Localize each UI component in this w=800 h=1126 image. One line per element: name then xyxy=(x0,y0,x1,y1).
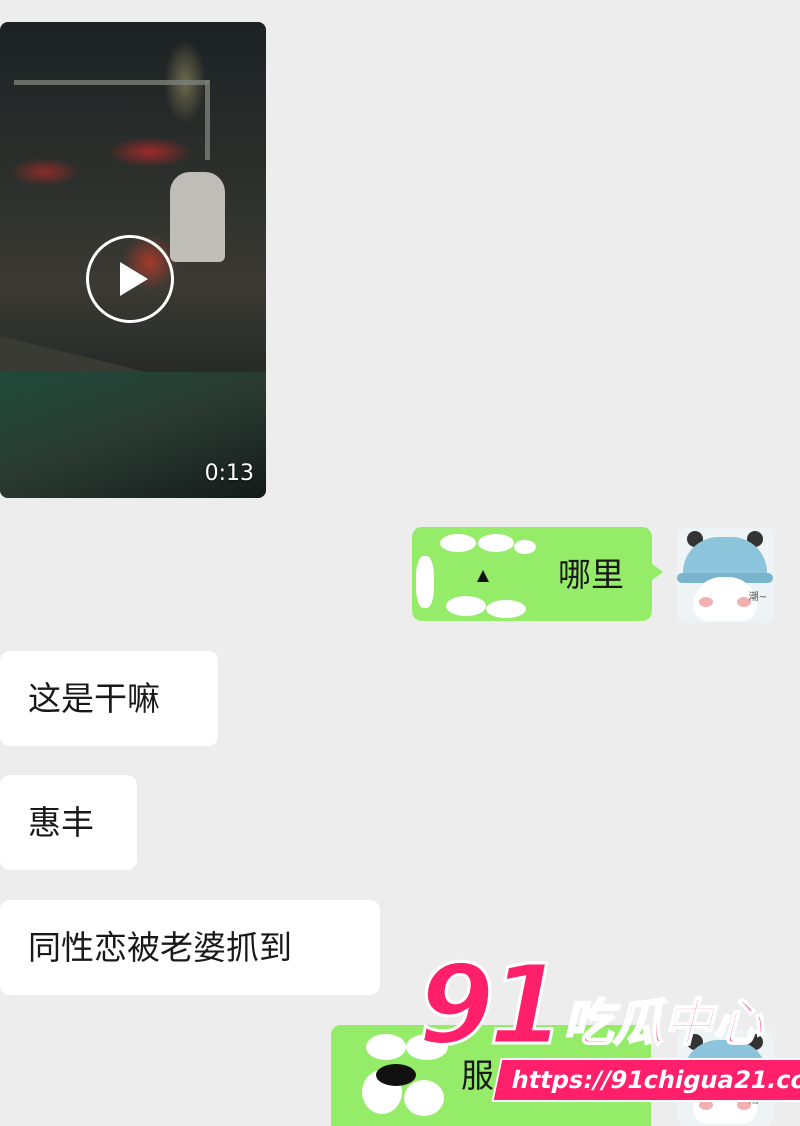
play-icon[interactable] xyxy=(86,235,174,323)
redaction-mark xyxy=(376,1064,416,1086)
avatar-caption: 潮~ xyxy=(748,592,767,603)
redaction-mark xyxy=(446,596,486,616)
redaction-mark xyxy=(440,534,476,552)
redaction-mark xyxy=(478,534,514,552)
video-frame-detail xyxy=(170,172,225,262)
message-text: 这是干嘛 xyxy=(28,679,160,718)
message-text: 惠丰 xyxy=(28,803,94,842)
watermark-url: https://91chigua21.com xyxy=(491,1058,800,1102)
avatar[interactable]: 潮~ xyxy=(677,527,773,623)
incoming-message[interactable]: 同性恋被老婆抓到 xyxy=(0,900,380,995)
video-frame-detail xyxy=(14,80,209,85)
watermark-name: 吃瓜中心 xyxy=(562,994,764,1052)
redaction-mark xyxy=(477,570,489,582)
redaction-mark xyxy=(514,540,536,554)
incoming-message[interactable]: 这是干嘛 xyxy=(0,651,218,746)
incoming-message[interactable]: 惠丰 xyxy=(0,775,137,870)
video-duration: 0:13 xyxy=(204,461,254,486)
redaction-mark xyxy=(366,1034,406,1060)
video-frame-detail xyxy=(205,80,210,160)
watermark-number: 91 xyxy=(416,941,566,1069)
message-text: 哪里 xyxy=(558,554,624,594)
video-message[interactable]: 0:13 xyxy=(0,22,266,498)
message-text: 同性恋被老婆抓到 xyxy=(28,928,292,967)
watermark-logo: 91 吃瓜中心 https://91chigua21.com xyxy=(416,941,800,1102)
redaction-mark xyxy=(416,556,434,608)
redaction-mark xyxy=(486,600,526,618)
